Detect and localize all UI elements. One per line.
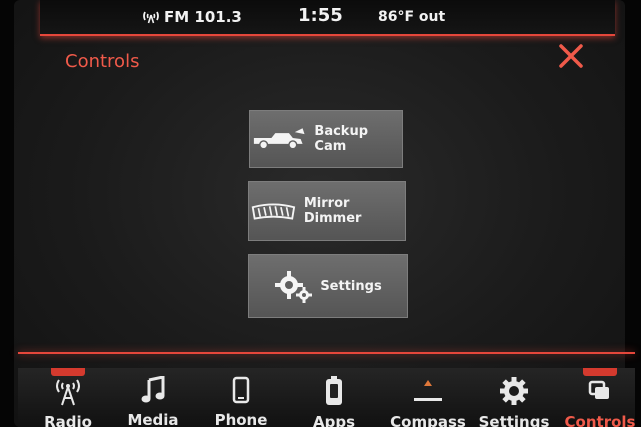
nav-bar: Radio Media Phone Apps Compass Settings …	[18, 368, 635, 427]
music-note-icon	[141, 376, 165, 403]
radio-signal-icon	[143, 11, 159, 24]
radio-tower-icon	[56, 379, 80, 406]
nav-label-phone: Phone	[214, 411, 268, 427]
radio-tab-indicator	[51, 368, 85, 376]
status-bar: FM 101.3 1:55 86°F out	[40, 0, 615, 36]
controls-tab-indicator	[583, 368, 617, 376]
nav-item-radio[interactable]: Radio	[28, 368, 108, 427]
backup-cam-label: Backup Cam	[314, 124, 368, 154]
nav-label-media: Media	[127, 411, 179, 427]
nav-item-apps[interactable]: Apps	[294, 368, 374, 427]
gear-icon	[500, 377, 528, 405]
nav-item-phone[interactable]: Phone	[201, 368, 281, 427]
nav-item-media[interactable]: Media	[113, 368, 193, 427]
mirror-dimmer-label: Mirror Dimmer	[303, 196, 362, 226]
phone-icon	[232, 376, 250, 404]
nav-label-settings: Settings	[478, 413, 550, 427]
radio-status[interactable]: FM 101.3	[143, 8, 242, 26]
nav-label-radio: Radio	[44, 413, 92, 427]
mirror-dimmer-button[interactable]: Mirror Dimmer	[248, 181, 406, 241]
mirror-icon	[251, 203, 296, 220]
close-button[interactable]	[557, 42, 585, 70]
nav-item-settings[interactable]: Settings	[474, 368, 554, 427]
nav-label-controls: Controls	[564, 413, 636, 427]
backup-cam-button[interactable]: Backup Cam	[249, 110, 403, 168]
infotainment-screen: FM 101.3 1:55 86°F out Controls Backup C…	[0, 0, 641, 427]
radio-station: FM 101.3	[164, 8, 242, 26]
settings-button[interactable]: Settings	[248, 254, 408, 318]
apps-icon	[326, 376, 342, 405]
gears-icon	[275, 271, 313, 303]
nav-item-compass[interactable]: Compass	[388, 368, 468, 427]
nav-item-controls[interactable]: Controls	[560, 368, 640, 427]
nav-label-apps: Apps	[312, 413, 355, 427]
compass-icon	[414, 380, 442, 401]
truck-icon	[253, 128, 305, 150]
controls-icon	[588, 380, 609, 399]
clock: 1:55	[298, 5, 343, 26]
close-icon	[559, 44, 583, 68]
bottom-divider	[18, 352, 635, 354]
nav-label-compass: Compass	[390, 413, 466, 427]
settings-label: Settings	[320, 278, 382, 294]
page-title: Controls	[65, 51, 140, 72]
outside-temperature: 86°F out	[378, 9, 446, 25]
